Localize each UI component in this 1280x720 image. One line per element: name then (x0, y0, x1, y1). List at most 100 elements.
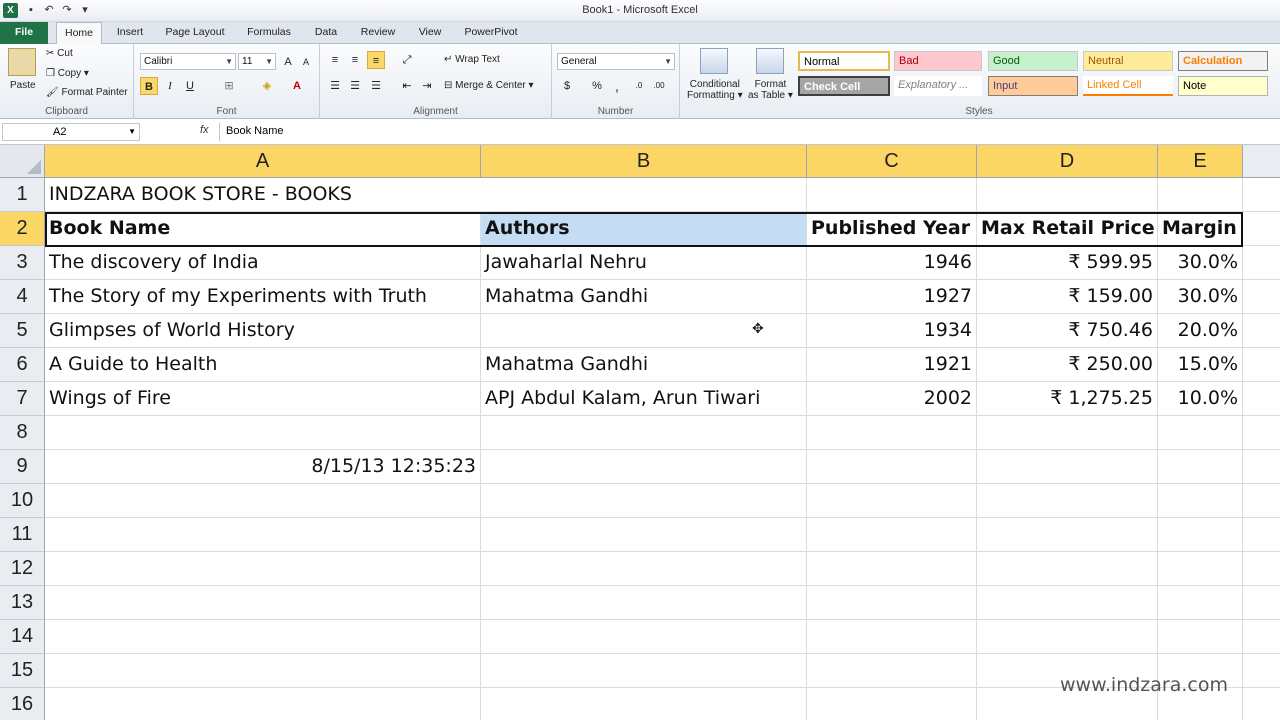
worksheet-grid[interactable]: A B C D E 1 INDZARA BOOK STORE - BOOKS 2 Book Na… (0, 145, 1280, 720)
cell-c6[interactable]: 1921 (807, 348, 977, 382)
cell-b7[interactable]: APJ Abdul Kalam, Arun Tiwari (481, 382, 807, 416)
align-center-icon[interactable]: ☰ (346, 77, 364, 95)
cell-c14[interactable] (807, 620, 977, 654)
format-as-table-button[interactable]: Format as Table ▾ (748, 79, 793, 101)
cell-b9[interactable] (481, 450, 807, 484)
cell-f6[interactable] (1243, 348, 1280, 382)
increase-indent-icon[interactable]: ⇥ (418, 77, 436, 95)
cell-b16[interactable] (481, 688, 807, 720)
cell-b14[interactable] (481, 620, 807, 654)
cell-b10[interactable] (481, 484, 807, 518)
cell-e13[interactable] (1158, 586, 1243, 620)
style-neutral[interactable]: Neutral (1083, 51, 1173, 71)
style-calculation[interactable]: Calculation (1178, 51, 1268, 71)
cell-b3[interactable]: Jawaharlal Nehru (481, 246, 807, 280)
conditional-formatting-icon[interactable] (700, 48, 728, 74)
cell-a16[interactable] (45, 688, 481, 720)
row-header-5[interactable]: 5 (0, 314, 45, 348)
tab-view[interactable]: View (410, 22, 450, 44)
tab-home[interactable]: Home (56, 22, 102, 45)
tab-data[interactable]: Data (306, 22, 346, 44)
align-middle-icon[interactable]: ≡ (346, 51, 364, 69)
cell-d9[interactable] (977, 450, 1158, 484)
row-header-8[interactable]: 8 (0, 416, 45, 450)
cell-f14[interactable] (1243, 620, 1280, 654)
row-header-11[interactable]: 11 (0, 518, 45, 552)
cell-a5[interactable]: Glimpses of World History (45, 314, 481, 348)
cell-d11[interactable] (977, 518, 1158, 552)
cell-a14[interactable] (45, 620, 481, 654)
increase-decimal-icon[interactable]: .0 (630, 77, 648, 95)
cell-b8[interactable] (481, 416, 807, 450)
cell-d1[interactable] (977, 178, 1158, 212)
cell-d10[interactable] (977, 484, 1158, 518)
cell-d12[interactable] (977, 552, 1158, 586)
column-header-b[interactable]: B (481, 145, 807, 178)
align-bottom-icon[interactable]: ≡ (367, 51, 385, 69)
row-header-7[interactable]: 7 (0, 382, 45, 416)
cell-f2[interactable] (1243, 212, 1280, 246)
row-header-9[interactable]: 9 (0, 450, 45, 484)
cell-f5[interactable] (1243, 314, 1280, 348)
conditional-formatting-button[interactable]: Conditional Formatting ▾ (687, 79, 743, 101)
cell-c3[interactable]: 1946 (807, 246, 977, 280)
cell-c10[interactable] (807, 484, 977, 518)
style-note[interactable]: Note (1178, 76, 1268, 96)
cell-a9[interactable]: 8/15/13 12:35:23 (45, 450, 481, 484)
formula-input[interactable]: Book Name (219, 123, 1278, 141)
cell-c9[interactable] (807, 450, 977, 484)
tab-insert[interactable]: Insert (108, 22, 152, 44)
copy-button[interactable]: ❐ Copy ▾ (46, 68, 89, 79)
cell-e12[interactable] (1158, 552, 1243, 586)
cell-f13[interactable] (1243, 586, 1280, 620)
cell-e1[interactable] (1158, 178, 1243, 212)
cell-e8[interactable] (1158, 416, 1243, 450)
align-left-icon[interactable]: ☰ (326, 77, 344, 95)
cell-e5[interactable]: 20.0% (1158, 314, 1243, 348)
cell-d14[interactable] (977, 620, 1158, 654)
column-header-d[interactable]: D (977, 145, 1158, 178)
comma-icon[interactable]: , (608, 77, 626, 95)
row-header-3[interactable]: 3 (0, 246, 45, 280)
cell-e9[interactable] (1158, 450, 1243, 484)
cell-a13[interactable] (45, 586, 481, 620)
row-header-4[interactable]: 4 (0, 280, 45, 314)
cell-a8[interactable] (45, 416, 481, 450)
cell-e11[interactable] (1158, 518, 1243, 552)
bold-icon[interactable]: B (140, 77, 158, 95)
cell-c1[interactable] (807, 178, 977, 212)
cell-d7[interactable]: ₹ 1,275.25 (977, 382, 1158, 416)
cell-b11[interactable] (481, 518, 807, 552)
style-good[interactable]: Good (988, 51, 1078, 71)
font-color-icon[interactable]: A (288, 77, 306, 95)
cell-e3[interactable]: 30.0% (1158, 246, 1243, 280)
cell-b13[interactable] (481, 586, 807, 620)
cell-b4[interactable]: Mahatma Gandhi (481, 280, 807, 314)
cell-d4[interactable]: ₹ 159.00 (977, 280, 1158, 314)
cell-a7[interactable]: Wings of Fire (45, 382, 481, 416)
column-header-e[interactable]: E (1158, 145, 1243, 178)
borders-icon[interactable]: ⊞ (220, 77, 238, 95)
cell-a12[interactable] (45, 552, 481, 586)
cell-a1[interactable]: INDZARA BOOK STORE - BOOKS (45, 178, 481, 212)
font-size-select[interactable]: 11 ▼ (238, 53, 276, 70)
cell-c16[interactable] (807, 688, 977, 720)
cell-d6[interactable]: ₹ 250.00 (977, 348, 1158, 382)
row-header-16[interactable]: 16 (0, 688, 45, 720)
cell-c8[interactable] (807, 416, 977, 450)
paste-button[interactable]: Paste (10, 80, 36, 91)
row-header-12[interactable]: 12 (0, 552, 45, 586)
cell-e7[interactable]: 10.0% (1158, 382, 1243, 416)
tab-powerpivot[interactable]: PowerPivot (458, 22, 524, 44)
cell-e14[interactable] (1158, 620, 1243, 654)
row-header-14[interactable]: 14 (0, 620, 45, 654)
column-header-c[interactable]: C (807, 145, 977, 178)
cell-a15[interactable] (45, 654, 481, 688)
cell-c15[interactable] (807, 654, 977, 688)
cell-e2[interactable]: Margin (1158, 212, 1243, 246)
cell-e10[interactable] (1158, 484, 1243, 518)
cell-a4[interactable]: The Story of my Experiments with Truth (45, 280, 481, 314)
style-input[interactable]: Input (988, 76, 1078, 96)
cell-f8[interactable] (1243, 416, 1280, 450)
decrease-indent-icon[interactable]: ⇤ (398, 77, 416, 95)
